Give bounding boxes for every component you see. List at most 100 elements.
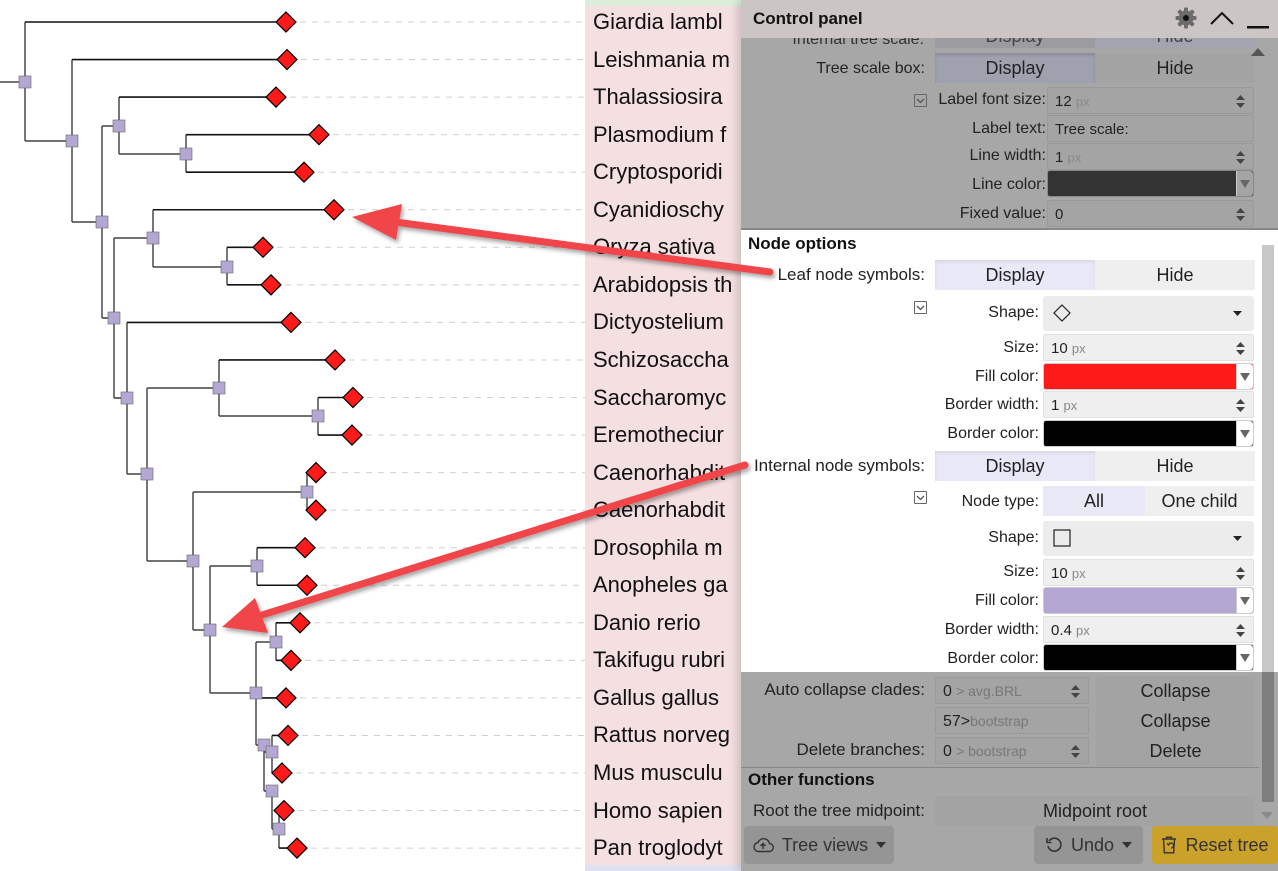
internal-node-symbols-toggle[interactable]: Display Hide xyxy=(935,451,1255,481)
internal-node-symbol[interactable] xyxy=(95,215,109,229)
leaf-size-input[interactable]: 10 px xyxy=(1043,334,1254,361)
leaf-label[interactable]: Arabidopsis th xyxy=(593,270,743,300)
internal-border-width-input[interactable]: 0.4 px xyxy=(1043,616,1254,643)
tree-scale-display-button[interactable]: Display xyxy=(935,53,1095,83)
control-panel-header[interactable]: Control panel xyxy=(741,0,1278,38)
leaf-label[interactable]: Plasmodium f xyxy=(593,120,743,150)
leaf-label[interactable]: Mus musculu xyxy=(593,758,743,788)
internal-node-symbol[interactable] xyxy=(265,784,279,798)
internal-node-symbol[interactable] xyxy=(107,311,121,325)
fixed-value-input[interactable]: 0 xyxy=(1047,200,1254,227)
tree-scale-hide-button[interactable]: Hide xyxy=(1095,53,1255,83)
internal-node-symbol[interactable] xyxy=(112,119,126,133)
leaf-label[interactable]: Drosophila m xyxy=(593,533,743,563)
internal-node-symbol[interactable] xyxy=(140,467,154,481)
leaf-label[interactable]: Cyanidioschy xyxy=(593,195,743,225)
internal-display-button[interactable]: Display xyxy=(935,451,1095,481)
dropdown-arrow-icon[interactable] xyxy=(1236,364,1253,389)
internal-node-symbol[interactable] xyxy=(220,260,234,274)
leaf-fill-color-picker[interactable] xyxy=(1043,363,1254,390)
label-font-size-input[interactable]: 12 px xyxy=(1047,87,1254,114)
leaf-node-symbol[interactable] xyxy=(280,649,302,672)
leaf-node-symbol[interactable] xyxy=(286,837,308,859)
internal-shape-select[interactable] xyxy=(1043,521,1254,556)
delete-branches-input[interactable]: 0 > bootstrap xyxy=(935,737,1089,764)
internal-hide-button[interactable]: Hide xyxy=(1095,451,1255,481)
leaf-node-symbols-toggle[interactable]: Display Hide xyxy=(935,260,1255,290)
tree-views-button[interactable]: Tree views xyxy=(744,826,894,864)
leaf-label[interactable]: Saccharomyc xyxy=(593,383,743,413)
leaf-node-symbol[interactable] xyxy=(305,461,327,484)
leaf-node-symbol[interactable] xyxy=(273,799,295,822)
leaf-label[interactable]: Pan troglodyt xyxy=(593,833,743,863)
minimize-icon[interactable] xyxy=(1244,4,1272,32)
leaf-label[interactable]: Takifugu rubri xyxy=(593,645,743,675)
leaf-border-width-input[interactable]: 1 px xyxy=(1043,391,1254,418)
spinner-icon[interactable] xyxy=(1236,567,1245,580)
internal-node-symbol[interactable] xyxy=(186,554,200,568)
leaf-label[interactable]: Gallus gallus xyxy=(593,683,743,713)
dropdown-arrow-icon[interactable] xyxy=(1236,171,1253,196)
leaf-node-symbol[interactable] xyxy=(341,424,363,446)
leaf-node-symbol[interactable] xyxy=(305,499,327,521)
internal-node-symbol[interactable] xyxy=(179,147,193,161)
internal-node-symbol[interactable] xyxy=(18,75,32,89)
internal-node-symbol[interactable] xyxy=(146,231,160,245)
leaf-label[interactable]: Leishmania m xyxy=(593,45,743,75)
leaf-label[interactable]: Caenorhabdit xyxy=(593,458,743,488)
panel-scrollbar-track[interactable] xyxy=(1262,245,1274,672)
node-type-one-child-button[interactable]: One child xyxy=(1145,486,1254,516)
leaf-label[interactable]: Oryza sativa xyxy=(593,232,743,262)
spinner-icon[interactable] xyxy=(1236,342,1245,355)
leaf-display-button[interactable]: Display xyxy=(935,260,1095,290)
internal-node-symbol[interactable] xyxy=(249,686,263,700)
internal-node-symbol[interactable] xyxy=(300,485,314,499)
leaf-node-symbol[interactable] xyxy=(265,86,287,108)
panel-scrollbar-thumb[interactable] xyxy=(1262,672,1274,802)
leaf-node-symbol[interactable] xyxy=(294,536,316,559)
line-width-input[interactable]: 1 px xyxy=(1047,143,1254,170)
leaf-node-symbol[interactable] xyxy=(308,123,330,146)
leaf-node-symbol[interactable] xyxy=(324,349,346,371)
undo-button[interactable]: Undo xyxy=(1034,826,1143,864)
dropdown-arrow-icon[interactable] xyxy=(1236,645,1253,670)
gear-icon[interactable] xyxy=(1172,4,1200,32)
auto-collapse-input[interactable]: 0 > avg.BRL xyxy=(935,677,1089,704)
leaf-node-symbol[interactable] xyxy=(260,274,282,296)
tree-scale-box-toggle[interactable]: Display Hide xyxy=(935,53,1255,83)
leaf-node-symbol[interactable] xyxy=(252,236,274,259)
leaf-label[interactable]: Homo sapien xyxy=(593,796,743,826)
leaf-label[interactable]: Caenorhabdit xyxy=(593,495,743,525)
auto-collapse-button[interactable]: Collapse xyxy=(1096,676,1255,706)
node-type-all-button[interactable]: All xyxy=(1043,486,1145,516)
internal-node-symbol[interactable] xyxy=(212,381,226,395)
internal-node-symbol[interactable] xyxy=(65,134,79,148)
midpoint-root-button[interactable]: Midpoint root xyxy=(935,796,1255,826)
spinner-icon[interactable] xyxy=(1236,624,1245,637)
leaf-label[interactable]: Dictyostelium xyxy=(593,307,743,337)
leaf-shape-select[interactable] xyxy=(1043,296,1254,331)
leaf-node-symbol[interactable] xyxy=(271,762,293,784)
spinner-icon[interactable] xyxy=(1236,399,1245,412)
node-type-toggle[interactable]: All One child xyxy=(1043,486,1254,516)
internal-node-symbol[interactable] xyxy=(311,409,325,423)
internal-size-input[interactable]: 10 px xyxy=(1043,559,1254,586)
line-color-picker[interactable] xyxy=(1047,170,1254,197)
leaf-label[interactable]: Cryptosporidi xyxy=(593,157,743,187)
leaf-label[interactable]: Eremotheciur xyxy=(593,420,743,450)
leaf-node-symbol[interactable] xyxy=(276,48,298,71)
spinner-icon[interactable] xyxy=(1236,95,1245,108)
leaf-label[interactable]: Rattus norveg xyxy=(593,720,743,750)
label-text-input[interactable]: Tree scale: xyxy=(1047,115,1254,142)
leaf-label[interactable]: Danio rerio xyxy=(593,608,743,638)
leaf-node-symbol[interactable] xyxy=(277,724,299,747)
spinner-icon[interactable] xyxy=(1071,685,1080,698)
chevron-up-icon[interactable] xyxy=(1208,4,1236,32)
internal-node-symbol[interactable] xyxy=(269,635,283,649)
leaf-border-color-picker[interactable] xyxy=(1043,420,1254,447)
scroll-up-arrow-icon[interactable] xyxy=(1251,48,1265,56)
leaf-label[interactable]: Giardia lambl xyxy=(593,7,743,37)
scroll-down-arrow-icon[interactable] xyxy=(1261,812,1273,819)
spinner-icon[interactable] xyxy=(1236,208,1245,221)
leaf-node-symbol[interactable] xyxy=(293,161,315,184)
